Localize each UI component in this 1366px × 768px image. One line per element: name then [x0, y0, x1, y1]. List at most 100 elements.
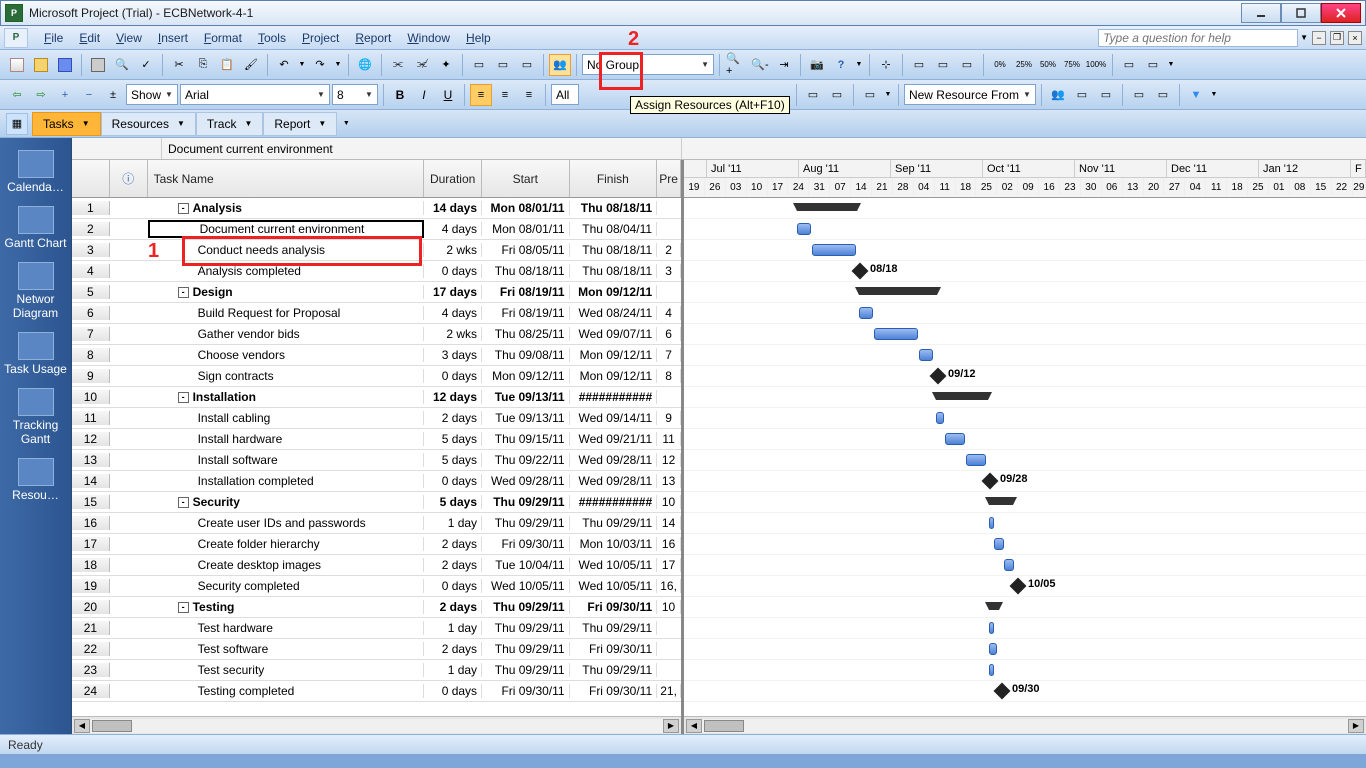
- row-number[interactable]: 11: [72, 411, 110, 425]
- resource-btn-3[interactable]: ▭: [1095, 84, 1117, 106]
- row-number[interactable]: 10: [72, 390, 110, 404]
- outline-toggle-icon[interactable]: -: [178, 392, 189, 403]
- align-center-button[interactable]: ≡: [494, 84, 516, 106]
- task-bar[interactable]: [812, 244, 856, 256]
- outline-toggle-icon[interactable]: -: [178, 602, 189, 613]
- start-cell[interactable]: Thu 08/18/11: [482, 264, 570, 278]
- start-cell[interactable]: Thu 09/22/11: [482, 453, 570, 467]
- start-cell[interactable]: Tue 09/13/11: [482, 390, 570, 404]
- finish-cell[interactable]: Thu 08/04/11: [570, 222, 658, 236]
- task-name-cell[interactable]: Security completed: [148, 579, 425, 593]
- task-bar[interactable]: [994, 538, 1004, 550]
- finish-cell[interactable]: Wed 09/07/11: [570, 327, 658, 341]
- table-row[interactable]: 24Testing completed0 daysFri 09/30/11Fri…: [72, 681, 681, 702]
- predecessor-cell[interactable]: 10: [657, 600, 681, 614]
- gantt-hscroll[interactable]: ◀ ▶: [684, 716, 1366, 734]
- table-row[interactable]: 12Install hardware5 daysThu 09/15/11Wed …: [72, 429, 681, 450]
- finish-cell[interactable]: Wed 09/21/11: [570, 432, 658, 446]
- outline-toggle-icon[interactable]: -: [178, 497, 189, 508]
- finish-cell[interactable]: Thu 09/29/11: [570, 621, 658, 635]
- tracking-toolbar-btn1[interactable]: ⊹: [875, 54, 897, 76]
- row-number[interactable]: 23: [72, 663, 110, 677]
- resource-btn-5[interactable]: ▭: [1152, 84, 1174, 106]
- table-row[interactable]: 5-Design17 daysFri 08/19/11Mon 09/12/11: [72, 282, 681, 303]
- finish-cell[interactable]: Thu 08/18/11: [570, 264, 658, 278]
- maximize-button[interactable]: [1281, 3, 1321, 23]
- predecessor-cell[interactable]: 3: [657, 264, 681, 278]
- task-bar[interactable]: [1004, 559, 1014, 571]
- predecessor-cell[interactable]: 12: [657, 453, 681, 467]
- task-bar[interactable]: [859, 307, 873, 319]
- task-name-cell[interactable]: -Security: [148, 495, 425, 509]
- task-bar[interactable]: [989, 622, 994, 634]
- table-row[interactable]: 1-Analysis14 daysMon 08/01/11Thu 08/18/1…: [72, 198, 681, 219]
- row-number[interactable]: 19: [72, 579, 110, 593]
- sidebar-calenda-[interactable]: Calenda…: [4, 146, 68, 198]
- finish-cell[interactable]: Wed 08/24/11: [570, 306, 658, 320]
- summary-bar[interactable]: [797, 203, 857, 211]
- tracking-toolbar-btn3[interactable]: ▭: [932, 54, 954, 76]
- task-notes-button[interactable]: ▭: [492, 54, 514, 76]
- task-bar[interactable]: [945, 433, 965, 445]
- finish-cell[interactable]: ###########: [570, 390, 658, 404]
- finish-cell[interactable]: Mon 09/12/11: [570, 348, 658, 362]
- goto-selected-task-button[interactable]: ⇥: [773, 54, 795, 76]
- gantt-hscroll-left-icon[interactable]: ◀: [686, 719, 702, 733]
- task-name-cell[interactable]: Create folder hierarchy: [148, 537, 425, 551]
- predecessor-cell[interactable]: 17: [657, 558, 681, 572]
- new-resource-from-dropdown[interactable]: New Resource From▼: [904, 84, 1036, 105]
- split-task-button[interactable]: ✦: [435, 54, 457, 76]
- start-cell[interactable]: Fri 08/19/11: [482, 285, 570, 299]
- duration-cell[interactable]: 1 day: [424, 516, 482, 530]
- start-cell[interactable]: Fri 09/30/11: [482, 537, 570, 551]
- start-cell[interactable]: Mon 09/12/11: [482, 369, 570, 383]
- table-row[interactable]: 4Analysis completed0 daysThu 08/18/11Thu…: [72, 261, 681, 282]
- sidebar-networ-diagram[interactable]: Networ Diagram: [4, 258, 68, 324]
- outline-toggle-icon[interactable]: -: [178, 203, 189, 214]
- task-name-cell[interactable]: Sign contracts: [148, 369, 425, 383]
- print-button[interactable]: [87, 54, 109, 76]
- unlink-tasks-button[interactable]: ⫘̸: [411, 54, 433, 76]
- milestone-icon[interactable]: [982, 473, 999, 490]
- save-button[interactable]: [54, 54, 76, 76]
- finish-cell[interactable]: Fri 09/30/11: [570, 642, 658, 656]
- milestone-icon[interactable]: [930, 368, 947, 385]
- entry-field[interactable]: Document current environment: [162, 138, 682, 159]
- table-row[interactable]: 17Create folder hierarchy2 daysFri 09/30…: [72, 534, 681, 555]
- viewbar-options-icon[interactable]: ▼: [341, 113, 351, 135]
- task-name-cell[interactable]: Conduct needs analysis: [148, 243, 425, 257]
- task-bar[interactable]: [874, 328, 918, 340]
- task-name-cell[interactable]: Install hardware: [148, 432, 425, 446]
- duration-cell[interactable]: 2 wks: [424, 243, 482, 257]
- redo-dropdown-icon[interactable]: ▼: [333, 54, 343, 76]
- sidebar-gantt-chart[interactable]: Gantt Chart: [4, 202, 68, 254]
- row-number[interactable]: 5: [72, 285, 110, 299]
- duration-cell[interactable]: 0 days: [424, 474, 482, 488]
- duration-cell[interactable]: 0 days: [424, 579, 482, 593]
- help-search-input[interactable]: [1098, 29, 1298, 47]
- predecessor-cell[interactable]: 7: [657, 348, 681, 362]
- duration-cell[interactable]: 5 days: [424, 453, 482, 467]
- help-button[interactable]: ?: [830, 54, 852, 76]
- finish-cell[interactable]: Wed 09/14/11: [570, 411, 658, 425]
- duration-cell[interactable]: 17 days: [424, 285, 482, 299]
- show-dropdown[interactable]: Show▼: [126, 84, 178, 105]
- pct-25-button[interactable]: 25%: [1013, 54, 1035, 76]
- task-bar[interactable]: [797, 223, 811, 235]
- finish-cell[interactable]: Wed 09/28/11: [570, 474, 658, 488]
- task-name-cell[interactable]: Install software: [148, 453, 425, 467]
- task-bar[interactable]: [966, 454, 986, 466]
- row-number[interactable]: 12: [72, 432, 110, 446]
- start-cell[interactable]: Tue 09/13/11: [482, 411, 570, 425]
- start-header[interactable]: Start: [482, 160, 570, 197]
- select-all-header[interactable]: [72, 160, 110, 197]
- link-tasks-button[interactable]: ⫘: [387, 54, 409, 76]
- sidebar-task-usage[interactable]: Task Usage: [4, 328, 68, 380]
- view-tab-resources[interactable]: Resources▼: [101, 112, 196, 136]
- predecessor-cell[interactable]: 2: [657, 243, 681, 257]
- start-cell[interactable]: Tue 10/04/11: [482, 558, 570, 572]
- toolbar-options-icon[interactable]: ▼: [854, 54, 864, 76]
- start-cell[interactable]: Thu 08/25/11: [482, 327, 570, 341]
- task-name-cell[interactable]: Gather vendor bids: [148, 327, 425, 341]
- start-cell[interactable]: Fri 08/19/11: [482, 306, 570, 320]
